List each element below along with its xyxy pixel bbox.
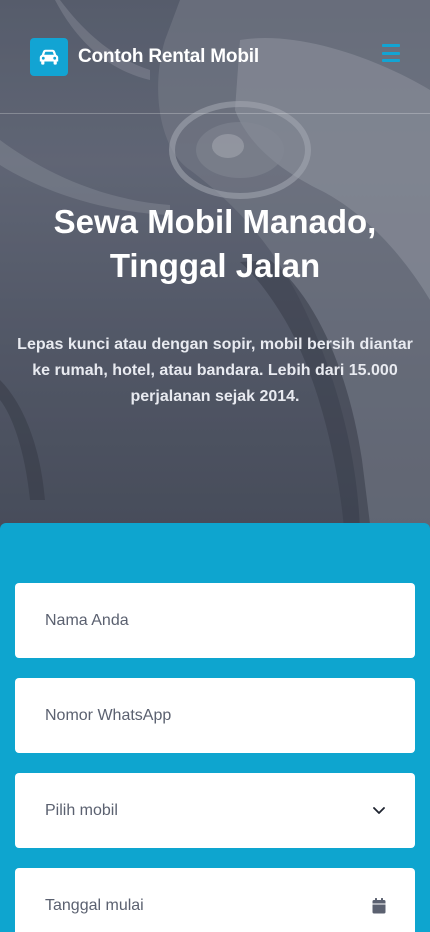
start-date-input[interactable]: Tanggal mulai	[15, 868, 415, 932]
navbar: Contoh Rental Mobil	[0, 0, 430, 114]
hero-subtitle-line-2: ke rumah, hotel, atau bandara. Lebih dar…	[32, 362, 398, 379]
name-input-placeholder: Nama Anda	[45, 611, 129, 629]
whatsapp-input[interactable]: Nomor WhatsApp	[15, 678, 415, 753]
booking-form: Nama Anda Nomor WhatsApp Pilih mobil Tan…	[0, 523, 430, 932]
calendar-icon[interactable]	[371, 897, 387, 914]
car-icon	[30, 38, 68, 76]
page: Contoh Rental Mobil Sewa Mobil Manado, T…	[0, 0, 430, 932]
start-date-placeholder: Tanggal mulai	[45, 896, 144, 914]
hero-subtitle: Lepas kunci atau dengan sopir, mobil ber…	[15, 332, 415, 410]
car-select-value: Pilih mobil	[45, 801, 118, 819]
name-input[interactable]: Nama Anda	[15, 583, 415, 658]
hamburger-menu-icon[interactable]	[382, 44, 400, 62]
hero-title: Sewa Mobil Manado, Tinggal Jalan	[0, 200, 430, 288]
hero-subtitle-line-1: Lepas kunci atau dengan sopir, mobil ber…	[17, 336, 413, 353]
whatsapp-input-placeholder: Nomor WhatsApp	[45, 706, 172, 724]
chevron-down-icon	[371, 803, 387, 819]
hero-title-line-2: Tinggal Jalan	[109, 247, 321, 284]
hero-title-line-1: Sewa Mobil Manado,	[53, 203, 377, 240]
car-select[interactable]: Pilih mobil	[15, 773, 415, 848]
hero-subtitle-line-3: perjalanan sejak 2014.	[130, 388, 300, 405]
brand[interactable]: Contoh Rental Mobil	[30, 38, 259, 76]
brand-name: Contoh Rental Mobil	[78, 46, 259, 67]
hero-section: Contoh Rental Mobil Sewa Mobil Manado, T…	[0, 0, 430, 540]
